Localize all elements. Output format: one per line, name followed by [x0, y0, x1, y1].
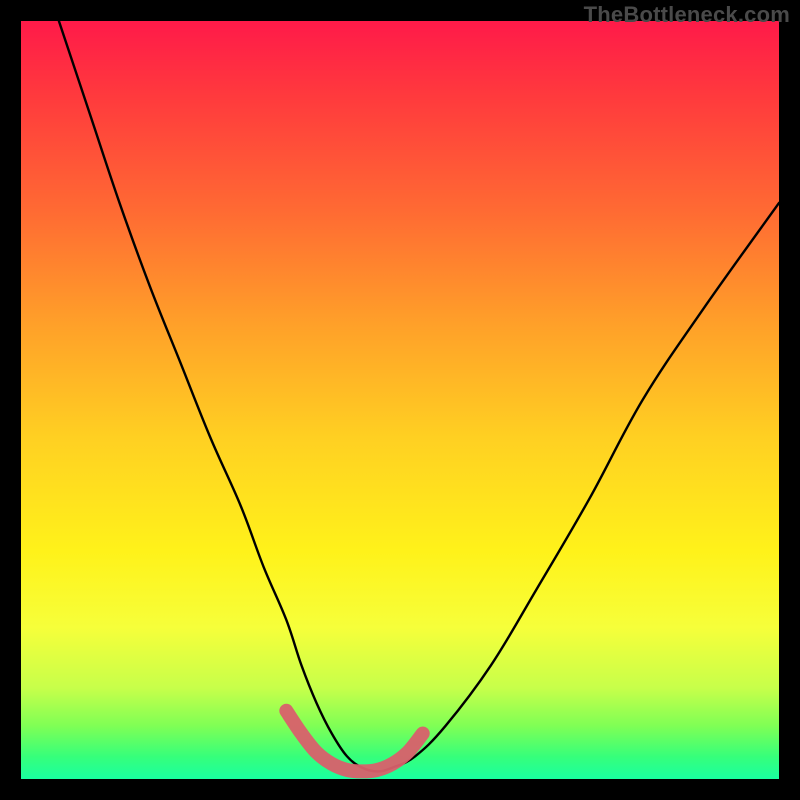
watermark-text: TheBottleneck.com [584, 2, 790, 28]
curve-svg [21, 21, 779, 779]
bottleneck-curve [59, 21, 779, 771]
chart-frame: TheBottleneck.com [0, 0, 800, 800]
